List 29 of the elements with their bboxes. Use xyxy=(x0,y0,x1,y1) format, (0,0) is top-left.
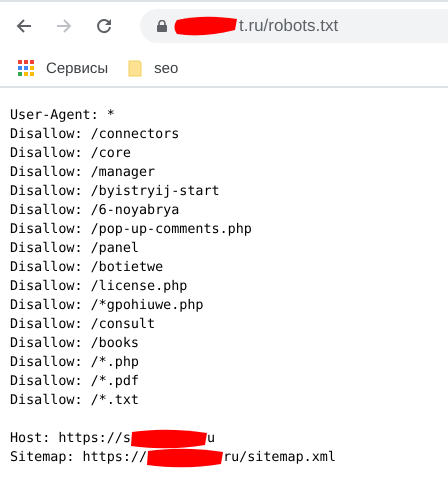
robots-line: Disallow: /botietwe xyxy=(10,259,164,277)
robots-line: Disallow: /consult xyxy=(10,316,156,334)
bookmark-link[interactable]: seo xyxy=(154,60,178,76)
bookmark-link[interactable]: Сервисы xyxy=(46,60,108,76)
robots-line: u xyxy=(206,430,215,448)
robots-line: Disallow: /*.php xyxy=(10,354,139,372)
robots-line: Disallow: /*gpohiuwe.php xyxy=(10,297,204,315)
robots-line: Disallow: /byistryij-start xyxy=(10,183,220,201)
robots-line: ru/sitemap.xml xyxy=(223,449,336,467)
robots-line: Disallow: /pop-up-comments.php xyxy=(10,221,252,239)
robots-line: User-Agent: * xyxy=(10,107,115,125)
robots-line: Disallow: /connectors xyxy=(10,126,180,144)
robots-line: Disallow: /*.txt xyxy=(10,392,139,410)
forward-arrow-icon xyxy=(56,18,72,34)
reload-icon xyxy=(96,18,112,34)
robots-line: Disallow: /6-noyabrya xyxy=(10,202,180,220)
url-text: t.ru/robots.txt xyxy=(239,16,338,36)
apps-grid-icon[interactable] xyxy=(18,60,34,76)
robots-line: Disallow: /*.pdf xyxy=(10,373,139,391)
robots-line: Disallow: /panel xyxy=(10,240,139,258)
lock-icon xyxy=(157,20,167,32)
address-bar[interactable]: t.ru/robots.txt xyxy=(140,9,448,43)
robots-line: Disallow: /manager xyxy=(10,164,156,182)
robots-line: Sitemap: https:// xyxy=(10,449,148,467)
back-arrow-icon xyxy=(16,18,32,34)
robots-line: Disallow: /core xyxy=(10,145,131,163)
robots-line: Host: https://s xyxy=(10,430,131,448)
robots-line: Disallow: /license.php xyxy=(10,278,188,296)
robots-line: Disallow: /books xyxy=(10,335,139,353)
